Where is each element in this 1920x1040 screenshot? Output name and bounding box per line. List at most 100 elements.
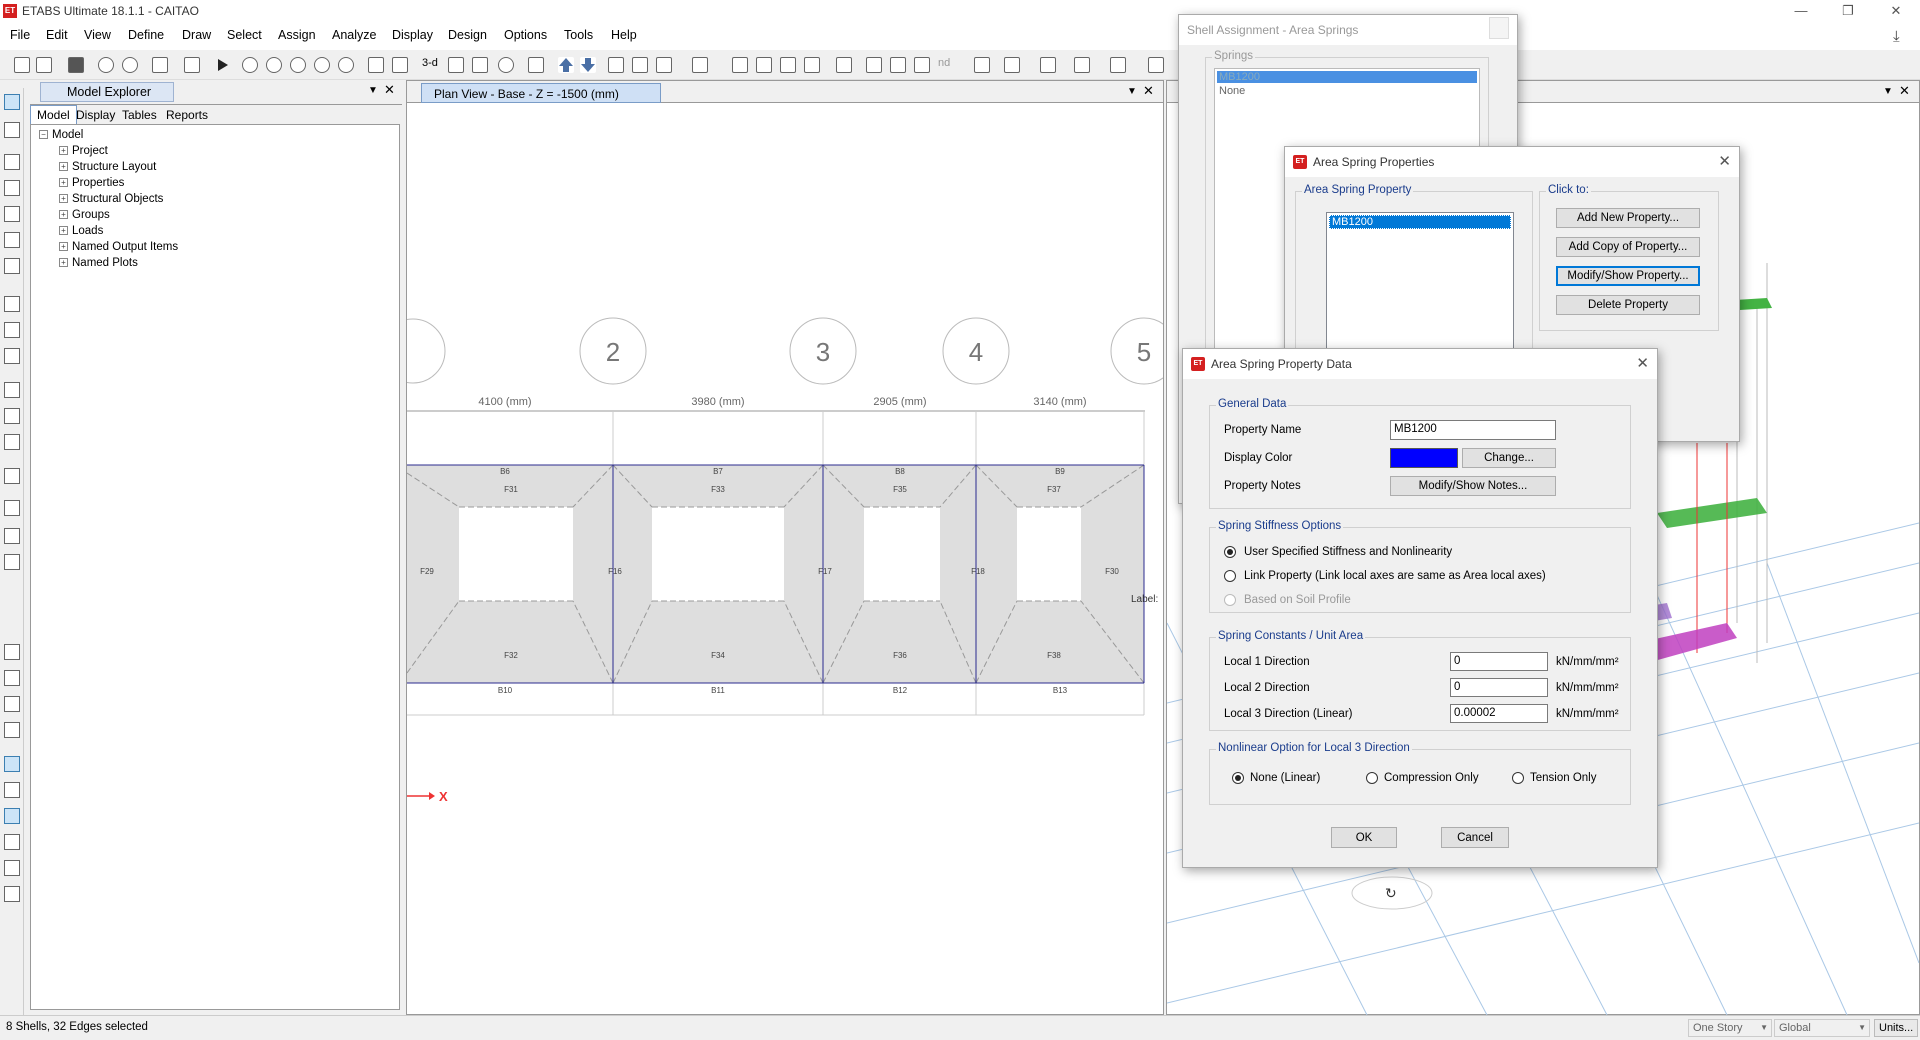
zoom-window-icon[interactable] — [242, 57, 258, 73]
tension-only-radio[interactable] — [1512, 772, 1524, 784]
quick-draw-area-icon[interactable] — [4, 348, 20, 364]
view-close-icon[interactable]: ✕ — [1143, 83, 1154, 99]
tab-model[interactable]: Model — [30, 105, 77, 124]
zoom-in-icon[interactable] — [314, 57, 330, 73]
perspective-icon[interactable] — [528, 57, 544, 73]
grid-tool-icon[interactable] — [914, 57, 930, 73]
expand-icon[interactable]: + — [59, 210, 68, 220]
new-model-icon[interactable] — [14, 57, 30, 73]
run-icon[interactable] — [214, 57, 230, 73]
menu-edit[interactable]: Edit — [46, 28, 68, 42]
expand-icon[interactable]: + — [59, 258, 68, 268]
section-icon[interactable] — [1004, 57, 1020, 73]
link-icon[interactable] — [836, 57, 852, 73]
menu-select[interactable]: Select — [227, 28, 262, 42]
panel-close-icon[interactable]: ✕ — [384, 82, 395, 98]
cancel-button[interactable]: Cancel — [1441, 827, 1509, 848]
tree-item-named-plots[interactable]: + Named Plots — [59, 257, 138, 269]
zoom-all-icon[interactable] — [266, 57, 282, 73]
property-name-input[interactable]: MB1200 — [1390, 420, 1556, 440]
select-all-icon[interactable] — [4, 644, 20, 660]
menu-help[interactable]: Help — [611, 28, 637, 42]
menu-file[interactable]: File — [10, 28, 30, 42]
download-icon[interactable]: ⤓ — [1893, 28, 1900, 45]
frame-icon[interactable] — [732, 57, 748, 73]
local-1-input[interactable]: 0 — [1450, 652, 1548, 671]
view3d-close-icon[interactable]: ✕ — [1899, 83, 1910, 99]
tree-item-structure-layout[interactable]: + Structure Layout — [59, 161, 156, 173]
draw-column-icon[interactable] — [4, 232, 20, 248]
menu-define[interactable]: Define — [128, 28, 164, 42]
collapse-icon[interactable]: − — [39, 130, 48, 140]
tree-item-named-output-items[interactable]: + Named Output Items — [59, 241, 178, 253]
list-item[interactable]: None — [1217, 85, 1477, 97]
pointer-icon[interactable] — [4, 94, 20, 110]
model-explorer-tab[interactable]: Model Explorer — [40, 82, 174, 102]
area-icon[interactable] — [1110, 57, 1126, 73]
local-2-input[interactable]: 0 — [1450, 678, 1548, 697]
link-property-radio[interactable] — [1224, 570, 1236, 582]
draw-frame-icon[interactable] — [4, 180, 20, 196]
undo-icon[interactable] — [98, 57, 114, 73]
rotate-3d-icon[interactable] — [498, 57, 514, 73]
wall-icon[interactable] — [780, 57, 796, 73]
view-dropdown-icon[interactable]: ▼ — [1127, 86, 1137, 97]
draw-grid-icon[interactable] — [4, 500, 20, 516]
intersecting-line-icon[interactable] — [4, 722, 20, 738]
draw-beam-icon[interactable] — [4, 206, 20, 222]
plan-view-tab[interactable]: Plan View - Base - Z = -1500 (mm) — [421, 83, 661, 103]
display-color-swatch[interactable] — [1390, 448, 1458, 468]
spring-icon[interactable] — [890, 57, 906, 73]
snap-perpendicular-icon[interactable] — [4, 834, 20, 850]
redo-icon[interactable] — [122, 57, 138, 73]
tree-item-structural-objects[interactable]: + Structural Objects — [59, 193, 163, 205]
none-linear-radio[interactable] — [1232, 772, 1244, 784]
modify-show-property-button[interactable]: Modify/Show Property... — [1556, 266, 1700, 286]
local-3-input[interactable]: 0.00002 — [1450, 704, 1548, 723]
open-icon[interactable] — [36, 57, 52, 73]
menu-design[interactable]: Design — [448, 28, 487, 42]
nd-icon[interactable]: nd — [938, 57, 954, 73]
list-item[interactable]: MB1200 — [1329, 215, 1511, 229]
object-shrink-icon[interactable] — [608, 57, 624, 73]
edit-pencil-icon[interactable] — [152, 57, 168, 73]
joint-icon[interactable] — [1040, 57, 1056, 73]
expand-icon[interactable]: + — [59, 226, 68, 236]
change-color-button[interactable]: Change... — [1462, 448, 1556, 468]
tree-item-project[interactable]: + Project — [59, 145, 108, 157]
snap-fine-grid-icon[interactable] — [4, 886, 20, 902]
plan-view-window[interactable]: Plan View - Base - Z = -1500 (mm) ▼ ✕ 2 … — [406, 80, 1164, 1015]
tree-item-groups[interactable]: + Groups — [59, 209, 110, 221]
compression-only-radio[interactable] — [1366, 772, 1378, 784]
snap-intersections-icon[interactable] — [4, 808, 20, 824]
draw-area-icon[interactable] — [4, 296, 20, 312]
rotate-icon[interactable] — [392, 57, 408, 73]
delete-property-button[interactable]: Delete Property — [1556, 295, 1700, 315]
expand-icon[interactable]: + — [59, 178, 68, 188]
tab-tables[interactable]: Tables — [122, 108, 157, 122]
ok-button[interactable]: OK — [1331, 827, 1397, 848]
support-icon[interactable] — [866, 57, 882, 73]
dimension-icon[interactable] — [974, 57, 990, 73]
expand-icon[interactable]: + — [59, 146, 68, 156]
draw-brace-icon[interactable] — [4, 258, 20, 274]
brace-icon[interactable] — [756, 57, 772, 73]
view3d-dropdown-icon[interactable]: ▼ — [1883, 86, 1893, 97]
expand-icon[interactable]: + — [59, 242, 68, 252]
lock-icon[interactable] — [184, 57, 200, 73]
quick-draw-wall-icon[interactable] — [4, 408, 20, 424]
elevation-view-icon[interactable] — [472, 57, 488, 73]
coord-system-select[interactable]: Global ▼ — [1774, 1019, 1870, 1037]
menu-assign[interactable]: Assign — [278, 28, 316, 42]
units-button[interactable]: Units... — [1874, 1019, 1918, 1037]
draw-rect-area-icon[interactable] — [4, 322, 20, 338]
slab-icon[interactable] — [1148, 57, 1164, 73]
draw-wall-icon[interactable] — [4, 382, 20, 398]
add-copy-property-button[interactable]: Add Copy of Property... — [1556, 237, 1700, 257]
save-icon[interactable] — [68, 57, 84, 73]
draw-link-icon[interactable] — [4, 468, 20, 484]
list-item[interactable]: MB1200 — [1217, 71, 1477, 83]
clear-selection-icon[interactable] — [4, 696, 20, 712]
draw-wave-icon[interactable] — [4, 554, 20, 570]
snap-lines-icon[interactable] — [4, 860, 20, 876]
